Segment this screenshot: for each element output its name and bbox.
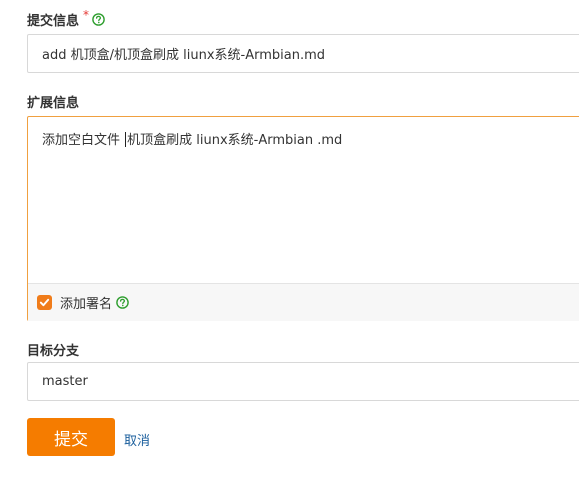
- text-caret: [125, 132, 127, 147]
- add-signature-label[interactable]: 添加署名: [60, 293, 112, 312]
- target-branch-input[interactable]: master: [27, 362, 579, 401]
- submit-button[interactable]: 提交: [27, 418, 115, 456]
- extended-info-label-row: 扩展信息: [27, 92, 79, 111]
- checkmark-icon: [39, 298, 50, 307]
- signature-row: 添加署名: [28, 284, 579, 321]
- commit-message-input[interactable]: add 机顶盒/机顶盒刷成 liunx系统-Armbian.md: [27, 34, 579, 73]
- target-branch-value: master: [42, 374, 88, 389]
- target-branch-label: 目标分支: [27, 344, 80, 359]
- add-signature-checkbox[interactable]: [37, 295, 52, 310]
- commit-message-label-row: 提交信息 *: [27, 7, 105, 29]
- cancel-link[interactable]: 取消: [124, 430, 150, 449]
- commit-message-value: add 机顶盒/机顶盒刷成 liunx系统-Armbian.md: [42, 48, 325, 63]
- help-icon[interactable]: [116, 296, 129, 309]
- extended-info-label: 扩展信息: [27, 96, 80, 111]
- extended-info-textarea[interactable]: 添加空白文件 机顶盒刷成 liunx系统-Armbian .md: [28, 117, 579, 284]
- extended-info-field: 添加空白文件 机顶盒刷成 liunx系统-Armbian .md 添加署名: [27, 116, 579, 321]
- extended-info-text-before: 添加空白文件: [42, 133, 125, 148]
- help-icon[interactable]: [92, 13, 105, 26]
- target-branch-label-row: 目标分支: [27, 340, 79, 359]
- commit-form: 提交信息 * add 机顶盒/机顶盒刷成 liunx系统-Armbian.md …: [0, 0, 579, 491]
- required-mark: *: [83, 7, 90, 22]
- commit-message-label: 提交信息: [27, 14, 80, 29]
- extended-info-text-after: 机顶盒刷成 liunx系统-Armbian .md: [127, 133, 343, 148]
